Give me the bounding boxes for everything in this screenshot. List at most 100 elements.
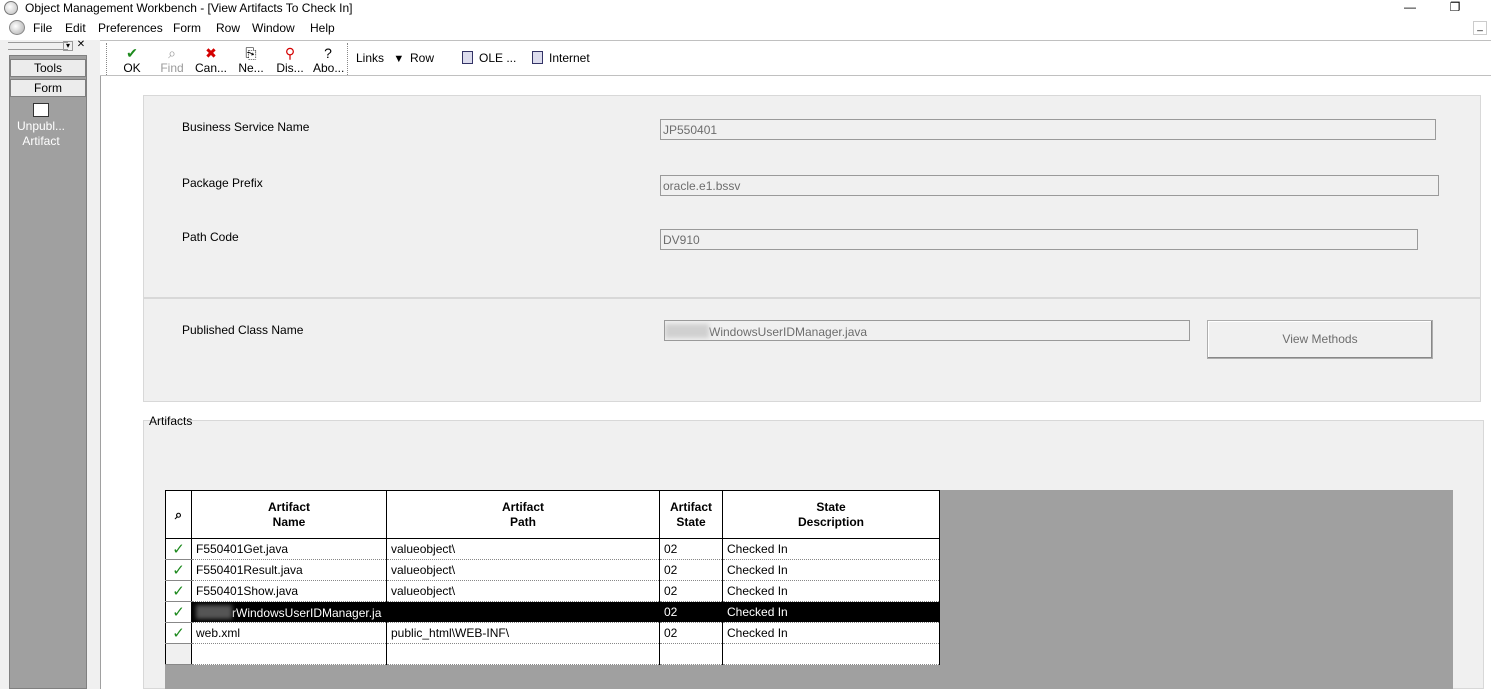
state-description-cell: Checked In <box>722 601 940 623</box>
unpublished-artifact-item[interactable]: Unpubl... Artifact <box>11 103 71 149</box>
row-check-icon[interactable]: ✓ <box>165 601 192 623</box>
artifacts-label: Artifacts <box>149 414 193 428</box>
about-button[interactable]: ? Abo... <box>313 45 345 75</box>
column-artifact-state[interactable]: Artifact State <box>659 490 723 539</box>
artifact-path-cell: public_html\WEB-INF\ <box>386 622 660 644</box>
artifact-path-cell <box>386 601 660 623</box>
table-row-empty[interactable] <box>165 643 940 665</box>
path-code-field[interactable]: DV910 <box>660 229 1418 250</box>
published-class-field[interactable]: WindowsUserIDManager.java <box>664 320 1190 341</box>
state-description-cell[interactable] <box>722 643 940 665</box>
row-header-empty[interactable] <box>165 643 192 665</box>
column-state-description-label: State Description <box>797 499 864 529</box>
pane-divider[interactable] <box>100 40 103 689</box>
artifact-state-cell: 02 <box>659 622 723 644</box>
state-description-cell: Checked In <box>722 559 940 581</box>
menu-file[interactable]: File <box>33 21 52 35</box>
state-description-cell: Checked In <box>722 538 940 560</box>
mdi-minimize-button[interactable]: _ <box>1473 21 1487 35</box>
redacted-text <box>665 324 709 338</box>
document-icon[interactable] <box>9 20 25 35</box>
menu-form[interactable]: Form <box>173 21 201 35</box>
find-button-label: Find <box>160 61 184 75</box>
menu-bar: File Edit Preferences Form Row Window He… <box>0 18 1491 38</box>
business-service-field[interactable]: JP550401 <box>660 119 1436 140</box>
tools-button[interactable]: Tools <box>10 59 86 77</box>
path-code-label: Path Code <box>182 230 239 244</box>
unpublished-artifact-label: Unpubl... Artifact <box>16 119 66 148</box>
published-class-label: Published Class Name <box>182 323 304 337</box>
artifact-state-cell[interactable] <box>659 643 723 665</box>
left-pane-body <box>9 55 87 689</box>
cancel-icon: ✖ <box>205 45 217 61</box>
table-row[interactable]: ✓ F550401Show.java valueobject\ 02 Check… <box>165 580 940 602</box>
display-icon: ⚲ <box>284 45 296 61</box>
menu-window[interactable]: Window <box>252 21 295 35</box>
state-description-cell: Checked In <box>722 622 940 644</box>
artifact-icon <box>33 103 49 117</box>
artifact-path-cell: valueobject\ <box>386 559 660 581</box>
internet-icon <box>532 51 543 64</box>
app-icon <box>4 1 18 15</box>
cancel-button[interactable]: ✖ Can... <box>194 45 228 75</box>
pane-grip[interactable] <box>8 42 68 50</box>
column-artifact-name-label: Artifact Name <box>267 499 310 529</box>
table-row[interactable]: ✓ F550401Get.java valueobject\ 02 Checke… <box>165 538 940 560</box>
redacted-text <box>196 604 232 619</box>
about-button-label: Abo... <box>313 61 345 75</box>
package-prefix-field[interactable]: oracle.e1.bssv <box>660 175 1439 196</box>
new-button[interactable]: ⎘ Ne... <box>237 45 265 75</box>
menu-help[interactable]: Help <box>310 21 335 35</box>
column-artifact-path[interactable]: Artifact Path <box>386 490 660 539</box>
business-service-label: Business Service Name <box>182 120 310 134</box>
row-check-icon[interactable]: ✓ <box>165 538 192 560</box>
ole-icon <box>462 51 473 64</box>
column-state-description[interactable]: State Description <box>722 490 940 539</box>
toolbar-grip[interactable] <box>106 43 107 75</box>
menu-preferences[interactable]: Preferences <box>98 21 163 35</box>
pane-close-icon[interactable]: ✕ <box>76 40 86 50</box>
minimize-button[interactable]: — <box>1395 0 1425 16</box>
artifact-name-cell: web.xml <box>191 622 387 644</box>
column-artifact-name[interactable]: Artifact Name <box>191 490 387 539</box>
internet-link[interactable]: Internet <box>532 51 590 65</box>
row-check-icon[interactable]: ✓ <box>165 559 192 581</box>
artifacts-grid: ⌕ Artifact Name Artifact Path Artifact S… <box>165 490 940 665</box>
row-check-icon[interactable]: ✓ <box>165 622 192 644</box>
check-icon: ✔ <box>126 45 138 61</box>
artifact-name-cell[interactable] <box>191 643 387 665</box>
row-menu[interactable]: Row <box>410 51 434 65</box>
artifact-name-value: rWindowsUserIDManager.ja <box>232 605 382 620</box>
grid-query-header[interactable]: ⌕ <box>165 490 192 539</box>
table-row[interactable]: ✓ web.xml public_html\WEB-INF\ 02 Checke… <box>165 622 940 644</box>
artifact-state-cell: 02 <box>659 601 723 623</box>
artifact-name-cell: F550401Show.java <box>191 580 387 602</box>
table-row-selected[interactable]: ✓ rWindowsUserIDManager.ja 02 Checked In <box>165 601 940 623</box>
internet-label: Internet <box>549 51 590 65</box>
display-button-label: Dis... <box>276 61 304 75</box>
artifact-path-cell[interactable] <box>386 643 660 665</box>
form-button[interactable]: Form <box>10 79 86 97</box>
ok-button-label: OK <box>123 61 141 75</box>
menu-row[interactable]: Row <box>216 21 240 35</box>
artifact-path-cell: valueobject\ <box>386 580 660 602</box>
view-methods-button[interactable]: View Methods <box>1207 320 1433 359</box>
ole-link[interactable]: OLE ... <box>462 51 516 65</box>
state-description-cell: Checked In <box>722 580 940 602</box>
toolbar-separator <box>347 43 348 75</box>
column-artifact-state-label: Artifact State <box>669 499 712 529</box>
links-menu[interactable]: Links ▼ <box>356 51 404 65</box>
find-button[interactable]: ⌕ Find <box>158 45 186 75</box>
artifact-path-cell: valueobject\ <box>386 538 660 560</box>
menu-edit[interactable]: Edit <box>65 21 86 35</box>
ok-button[interactable]: ✔ OK <box>121 45 143 75</box>
table-row[interactable]: ✓ F550401Result.java valueobject\ 02 Che… <box>165 559 940 581</box>
restore-button[interactable]: ❐ <box>1440 0 1470 16</box>
row-check-icon[interactable]: ✓ <box>165 580 192 602</box>
display-button[interactable]: ⚲ Dis... <box>275 45 305 75</box>
artifact-name-cell: F550401Result.java <box>191 559 387 581</box>
links-label: Links <box>356 51 385 65</box>
dropdown-arrow-icon: ▼ <box>393 53 405 65</box>
left-pane: ▾ ✕ Tools Form Unpubl... Artifact <box>0 40 100 689</box>
pane-dropdown-icon[interactable]: ▾ <box>63 41 73 51</box>
